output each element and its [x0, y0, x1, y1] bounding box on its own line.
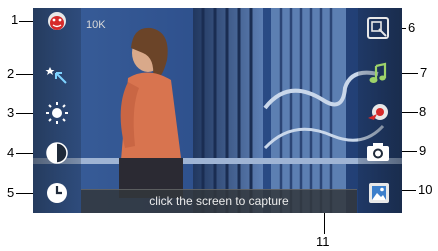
callout-11: 11 — [316, 234, 330, 249]
callout-8: 8 — [419, 104, 427, 119]
flash-mode-icon[interactable] — [365, 100, 391, 126]
camera-viewfinder[interactable]: 10K click the screen to capture — [33, 8, 402, 213]
brightness-icon[interactable] — [44, 100, 70, 126]
callout-7: 7 — [420, 65, 428, 80]
camera-switch-icon[interactable] — [365, 139, 391, 165]
gallery-icon[interactable] — [366, 180, 392, 206]
timer-icon[interactable] — [44, 180, 70, 206]
callout-6: 6 — [408, 20, 416, 35]
zoom-icon[interactable] — [365, 15, 391, 41]
callout-4: 4 — [7, 145, 15, 160]
resolution-label: 10K — [86, 19, 106, 31]
callout-2: 2 — [7, 66, 15, 81]
callout-9: 9 — [419, 143, 427, 158]
callout-5: 5 — [7, 185, 15, 200]
contrast-icon[interactable] — [44, 140, 70, 166]
callout-3: 3 — [7, 105, 15, 120]
face-tracking-icon[interactable] — [44, 8, 70, 34]
callout-10: 10 — [418, 182, 433, 197]
viewfinder-photo — [33, 8, 402, 213]
macro-focus-icon[interactable] — [44, 61, 70, 87]
capture-hint-bar[interactable]: click the screen to capture — [81, 189, 357, 213]
callout-1: 1 — [11, 12, 19, 27]
shutter-sound-icon[interactable] — [365, 61, 391, 87]
